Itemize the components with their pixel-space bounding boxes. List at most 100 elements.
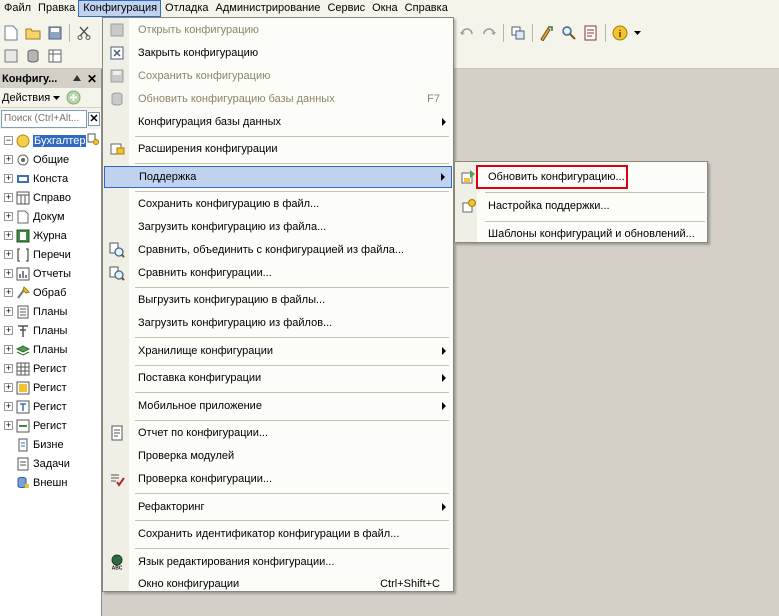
open-folder-icon[interactable] <box>24 24 42 42</box>
save-icon[interactable] <box>46 24 64 42</box>
menu-item-25[interactable]: Проверка модулей <box>104 445 452 467</box>
menu-item-20[interactable]: Поставка конфигурации <box>104 367 452 389</box>
db-icon[interactable] <box>24 47 42 65</box>
tree-item[interactable]: + Регист <box>0 378 101 397</box>
menu-item-33[interactable]: Окно конфигурации Ctrl+Shift+C <box>104 573 452 595</box>
menu-item-11[interactable]: Загрузить конфигурацию из файла... <box>104 216 452 238</box>
tree-item-label: Обраб <box>33 286 67 299</box>
menu-item-16[interactable]: Загрузить конфигурацию из файлов... <box>104 312 452 334</box>
configuration-panel: Конфигу... ✕ Действия ✕ − Бухгалтер + Общие… <box>0 69 102 616</box>
tree-item[interactable]: Задачи <box>0 454 101 473</box>
actions-dropdown[interactable]: Действия <box>2 92 50 104</box>
menu-item-12[interactable]: Сравнить, объединить с конфигурацией из … <box>104 239 452 261</box>
cut-icon[interactable] <box>75 24 93 42</box>
menu-item-10[interactable]: Сохранить конфигурацию в файл... <box>104 193 452 215</box>
menu-edit[interactable]: Правка <box>34 0 78 17</box>
panel-close-button[interactable]: ✕ <box>87 72 97 86</box>
menu-file[interactable]: Файл <box>0 0 34 17</box>
menu-item-2[interactable]: Настройка поддержки... <box>456 195 706 217</box>
menu-item-1[interactable]: Закрыть конфигурацию <box>104 42 452 64</box>
menu-item-30[interactable]: Сохранить идентификатор конфигурации в ф… <box>104 523 452 545</box>
redo-icon[interactable] <box>480 24 498 42</box>
menu-item-0[interactable]: Открыть конфигурацию <box>104 19 452 41</box>
menu-item-label: Выгрузить конфигурацию в файлы... <box>138 294 326 307</box>
menu-item-22[interactable]: Мобильное приложение <box>104 395 452 417</box>
menu-help[interactable]: Справка <box>401 0 451 17</box>
tree-item[interactable]: + Планы <box>0 302 101 321</box>
toolbar-dropdown-icon[interactable] <box>633 24 641 42</box>
info-icon[interactable]: i <box>611 24 629 42</box>
tree-item[interactable]: + Общие <box>0 150 101 169</box>
tree-item[interactable]: + Отчеты <box>0 264 101 283</box>
menu-separator <box>135 492 449 494</box>
expand-toggle[interactable]: + <box>4 307 13 316</box>
tree-item[interactable]: Внешн <box>0 473 101 492</box>
menu-configuration[interactable]: Конфигурация <box>78 0 162 17</box>
undo-icon[interactable] <box>458 24 476 42</box>
tree-item[interactable]: + Конста <box>0 169 101 188</box>
menu-item-label: Поставка конфигурации <box>138 372 262 385</box>
table-icon[interactable] <box>46 47 64 65</box>
menu-item-4[interactable]: Конфигурация базы данных <box>104 111 452 133</box>
tree-item[interactable]: + Регист <box>0 397 101 416</box>
tree-item[interactable]: + Планы <box>0 321 101 340</box>
tree-item[interactable]: + Журна <box>0 226 101 245</box>
menu-debug[interactable]: Отладка <box>161 0 211 17</box>
expand-toggle[interactable]: + <box>4 402 13 411</box>
search-input[interactable] <box>1 109 87 128</box>
menu-item-3[interactable]: Обновить конфигурацию базы данных F7 <box>104 88 452 110</box>
menu-item-18[interactable]: Хранилище конфигурации <box>104 340 452 362</box>
expand-toggle[interactable]: + <box>4 193 13 202</box>
toolbar-row-1 <box>0 21 95 45</box>
tree-item[interactable]: + Регист <box>0 359 101 378</box>
config-tree-icon[interactable] <box>2 47 20 65</box>
expand-toggle[interactable]: + <box>4 345 13 354</box>
menu-item-28[interactable]: Рефакторинг <box>104 496 452 518</box>
expand-toggle[interactable]: + <box>4 421 13 430</box>
tree-item[interactable]: + Планы <box>0 340 101 359</box>
menu-item-2[interactable]: Сохранить конфигурацию <box>104 65 452 87</box>
menu-administration[interactable]: Администрирование <box>212 0 324 17</box>
menu-item-15[interactable]: Выгрузить конфигурацию в файлы... <box>104 289 452 311</box>
search-clear-button[interactable]: ✕ <box>88 111 100 126</box>
tree-item[interactable]: + Обраб <box>0 283 101 302</box>
expand-toggle[interactable]: + <box>4 250 13 259</box>
expand-toggle[interactable]: − <box>4 136 13 145</box>
new-file-icon[interactable] <box>2 24 20 42</box>
tree-item[interactable]: Бизне <box>0 435 101 454</box>
find-icon[interactable] <box>560 24 578 42</box>
expand-toggle[interactable]: + <box>4 212 13 221</box>
tree-item[interactable]: + Докум <box>0 207 101 226</box>
tree-item[interactable]: − Бухгалтер <box>0 131 101 150</box>
toolbar-separator <box>503 24 504 42</box>
menu-item-13[interactable]: Сравнить конфигурации... <box>104 262 452 284</box>
expand-toggle[interactable]: + <box>4 269 13 278</box>
menu-item-6[interactable]: Расширения конфигурации <box>104 138 452 160</box>
menu-item-shortcut: F7 <box>427 92 440 105</box>
tree-item[interactable]: + Регист <box>0 416 101 435</box>
menu-item-26[interactable]: Проверка конфигурации... <box>104 468 452 490</box>
menu-service[interactable]: Сервис <box>323 0 368 17</box>
tree-item[interactable]: + Справо <box>0 188 101 207</box>
panel-pin-icon[interactable] <box>72 74 81 83</box>
support-settings-icon <box>460 197 478 215</box>
menu-item-32[interactable]: ABC Язык редактирования конфигурации... <box>104 551 452 573</box>
accounting-registers-icon <box>16 400 30 414</box>
menu-item-4[interactable]: Шаблоны конфигураций и обновлений... <box>456 223 706 245</box>
expand-toggle[interactable]: + <box>4 288 13 297</box>
windows-icon[interactable] <box>509 24 527 42</box>
menu-item-24[interactable]: Отчет по конфигурации... <box>104 422 452 444</box>
expand-toggle[interactable]: + <box>4 155 13 164</box>
tree-item[interactable]: + Перечи <box>0 245 101 264</box>
debug-icon[interactable] <box>538 24 556 42</box>
menu-windows[interactable]: Окна <box>368 0 401 17</box>
menu-item-8[interactable]: Поддержка <box>104 165 452 188</box>
expand-toggle[interactable]: + <box>4 174 13 183</box>
expand-toggle[interactable]: + <box>4 364 13 373</box>
expand-toggle[interactable]: + <box>4 326 13 335</box>
expand-toggle[interactable]: + <box>4 231 13 240</box>
add-icon[interactable] <box>66 90 81 105</box>
expand-toggle[interactable]: + <box>4 383 13 392</box>
syntax-helper-icon[interactable] <box>582 24 600 42</box>
